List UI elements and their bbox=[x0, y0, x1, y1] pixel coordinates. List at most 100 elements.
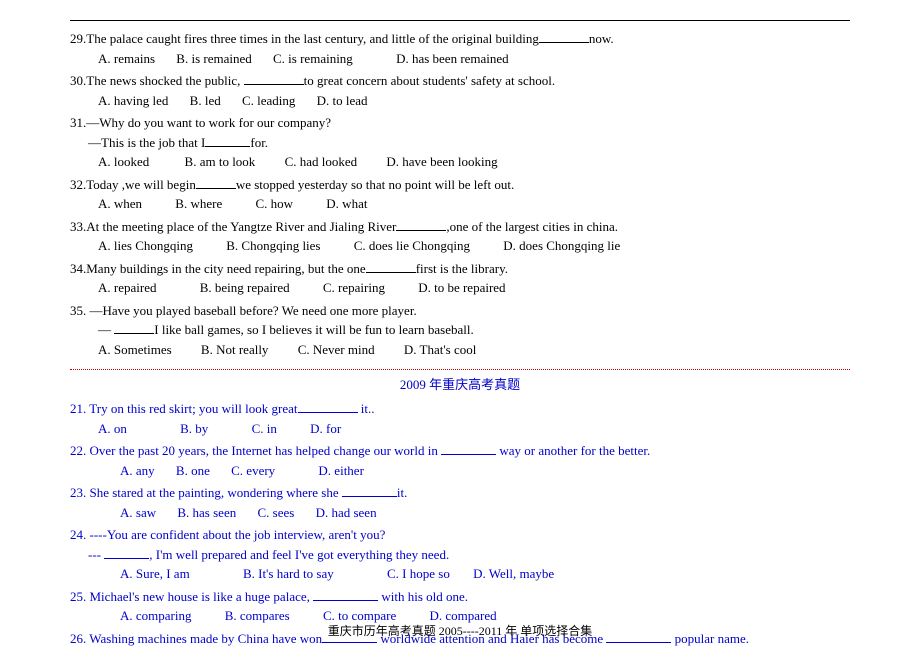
blank bbox=[366, 272, 416, 273]
question-31: 31.—Why do you want to work for our comp… bbox=[70, 113, 850, 172]
q-num: 35. bbox=[70, 303, 86, 318]
question-24: 24. ----You are confident about the job … bbox=[70, 525, 850, 584]
question-22: 22. Over the past 20 years, the Internet… bbox=[70, 441, 850, 480]
option: A. looked bbox=[98, 152, 149, 172]
blank bbox=[313, 600, 378, 601]
q-text: At the meeting place of the Yangtze Rive… bbox=[86, 219, 396, 234]
q-text: She stared at the painting, wondering wh… bbox=[86, 485, 342, 500]
q-num: 24. bbox=[70, 527, 86, 542]
blank bbox=[114, 333, 154, 334]
q-num: 32. bbox=[70, 177, 86, 192]
horizontal-rule bbox=[70, 20, 850, 21]
question-29: 29.The palace caught fires three times i… bbox=[70, 29, 850, 68]
option: D. either bbox=[318, 461, 363, 481]
dotted-separator bbox=[70, 369, 850, 370]
q-num: 22. bbox=[70, 443, 86, 458]
option: D. to lead bbox=[317, 91, 368, 111]
question-21: 21. Try on this red skirt; you will look… bbox=[70, 399, 850, 438]
option: C. how bbox=[255, 194, 293, 214]
q-text: ,one of the largest cities in china. bbox=[446, 219, 618, 234]
q-text: Today ,we will begin bbox=[86, 177, 196, 192]
option: D. That's cool bbox=[404, 340, 477, 360]
q-line1: —Why do you want to work for our company… bbox=[86, 115, 331, 130]
question-35: 35. —Have you played baseball before? We… bbox=[70, 301, 850, 360]
q-num: 21. bbox=[70, 401, 86, 416]
q-text: The news shocked the public, bbox=[86, 73, 243, 88]
q-text: it.. bbox=[358, 401, 375, 416]
option: B. led bbox=[190, 91, 221, 111]
option: B. one bbox=[176, 461, 210, 481]
blank bbox=[205, 146, 250, 147]
q-line2: --- bbox=[88, 547, 104, 562]
question-33: 33.At the meeting place of the Yangtze R… bbox=[70, 217, 850, 256]
option: C. in bbox=[252, 419, 277, 439]
q-num: 29. bbox=[70, 31, 86, 46]
question-30: 30.The news shocked the public, to great… bbox=[70, 71, 850, 110]
blank bbox=[298, 412, 358, 413]
option: B. being repaired bbox=[200, 278, 290, 298]
q-line1: —Have you played baseball before? We nee… bbox=[86, 303, 416, 318]
option: D. have been looking bbox=[386, 152, 497, 172]
blank bbox=[104, 558, 149, 559]
option: D. to be repaired bbox=[418, 278, 505, 298]
q-num: 30. bbox=[70, 73, 86, 88]
blank bbox=[441, 454, 496, 455]
option: C. I hope so bbox=[387, 564, 450, 584]
q-text: it. bbox=[397, 485, 407, 500]
q-line2: I like ball games, so I believes it will… bbox=[154, 322, 474, 337]
option: C. sees bbox=[257, 503, 294, 523]
option: A. remains bbox=[98, 49, 155, 69]
blank bbox=[244, 84, 304, 85]
q-text: Try on this red skirt; you will look gre… bbox=[86, 401, 297, 416]
q-line2: —This is the job that I bbox=[88, 135, 205, 150]
option: C. does lie Chongqing bbox=[354, 236, 470, 256]
option: C. every bbox=[231, 461, 275, 481]
q-num: 31. bbox=[70, 115, 86, 130]
question-34: 34.Many buildings in the city need repai… bbox=[70, 259, 850, 298]
option: B. has seen bbox=[177, 503, 236, 523]
option: C. repairing bbox=[323, 278, 385, 298]
option: A. saw bbox=[120, 503, 156, 523]
option: A. repaired bbox=[98, 278, 156, 298]
option: C. is remaining bbox=[273, 49, 353, 69]
option: B. where bbox=[175, 194, 222, 214]
question-32: 32.Today ,we will begin we stopped yester… bbox=[70, 175, 850, 214]
blank bbox=[539, 42, 589, 43]
q-text: to great concern about students' safety … bbox=[304, 73, 555, 88]
option: A. any bbox=[120, 461, 155, 481]
q-text: we stopped yesterday so that no point wi… bbox=[236, 177, 514, 192]
q-line2: , I'm well prepared and feel I've got ev… bbox=[149, 547, 449, 562]
question-25: 25. Michael's new house is like a huge p… bbox=[70, 587, 850, 626]
blank bbox=[196, 188, 236, 189]
blank bbox=[322, 642, 377, 643]
option: B. is remained bbox=[176, 49, 251, 69]
q-text: The palace caught fires three times in t… bbox=[86, 31, 539, 46]
q-line2: for. bbox=[250, 135, 268, 150]
q-text: Michael's new house is like a huge palac… bbox=[86, 589, 313, 604]
option: A. when bbox=[98, 194, 142, 214]
option: C. leading bbox=[242, 91, 295, 111]
option: D. had seen bbox=[316, 503, 377, 523]
q-text: now. bbox=[589, 31, 614, 46]
q-text: way or another for the better. bbox=[496, 443, 650, 458]
q-text: with his old one. bbox=[378, 589, 468, 604]
option: C. had looked bbox=[285, 152, 358, 172]
option: B. Not really bbox=[201, 340, 269, 360]
q-line2: — bbox=[98, 322, 114, 337]
q-text: first is the library. bbox=[416, 261, 508, 276]
q-text: Many buildings in the city need repairin… bbox=[86, 261, 365, 276]
section-title: 2009 年重庆高考真题 bbox=[70, 374, 850, 393]
q-line1: ----You are confident about the job inte… bbox=[86, 527, 385, 542]
blank bbox=[606, 642, 671, 643]
q-num: 34. bbox=[70, 261, 86, 276]
section-blue: 21. Try on this red skirt; you will look… bbox=[70, 399, 850, 648]
blank bbox=[342, 496, 397, 497]
option: C. Never mind bbox=[298, 340, 375, 360]
question-23: 23. She stared at the painting, wonderin… bbox=[70, 483, 850, 522]
option: B. am to look bbox=[185, 152, 256, 172]
q-num: 25. bbox=[70, 589, 86, 604]
q-num: 33. bbox=[70, 219, 86, 234]
option: B. It's hard to say bbox=[243, 564, 334, 584]
option: A. Sometimes bbox=[98, 340, 172, 360]
option: B. Chongqing lies bbox=[226, 236, 320, 256]
